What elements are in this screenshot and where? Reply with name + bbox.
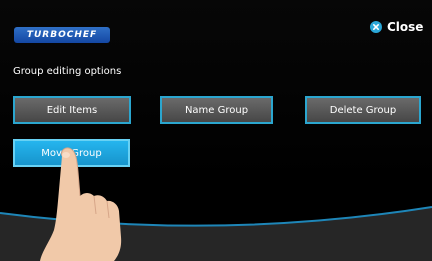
delete-group-button[interactable]: Delete Group — [305, 96, 421, 124]
delete-group-label: Delete Group — [329, 104, 397, 116]
name-group-label: Name Group — [184, 104, 249, 116]
close-icon — [370, 21, 382, 33]
name-group-button[interactable]: Name Group — [160, 96, 273, 124]
turbochef-logo: TURBOCHEF — [14, 27, 110, 43]
close-button[interactable]: Close — [370, 18, 423, 36]
close-label: Close — [387, 20, 424, 34]
bottom-swoosh — [0, 206, 432, 261]
edit-items-label: Edit Items — [46, 104, 98, 116]
app-screen: TURBOCHEF Close Group editing options Ed… — [0, 0, 432, 261]
group-editing-heading: Group editing options — [13, 66, 122, 77]
move-group-label: Move Group — [41, 147, 102, 159]
move-group-button[interactable]: Move Group — [13, 139, 130, 167]
edit-items-button[interactable]: Edit Items — [13, 96, 131, 124]
